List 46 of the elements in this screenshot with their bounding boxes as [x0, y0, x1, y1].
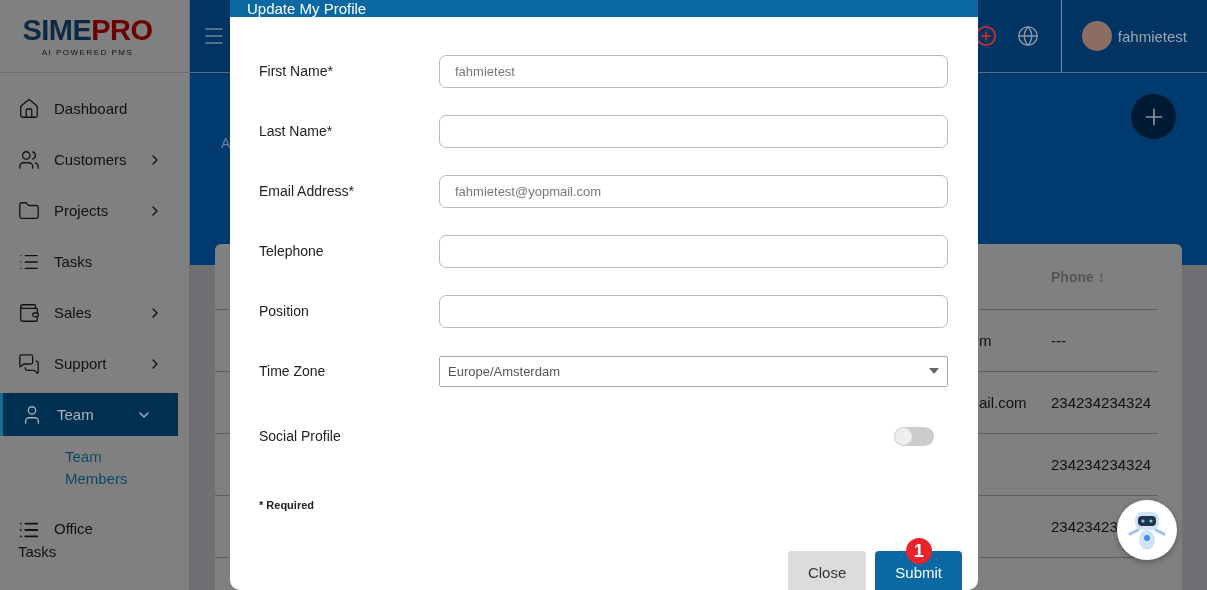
required-note: * Required: [259, 499, 315, 511]
wallet-icon: [18, 301, 40, 324]
chat-icon: [18, 352, 40, 375]
folder-icon: [18, 199, 40, 222]
table-cell-text: ---: [1051, 332, 1067, 349]
input-field[interactable]: [439, 294, 948, 328]
sidebar-item[interactable]: Dashboard: [0, 83, 189, 134]
breadcrumb: A: [221, 135, 231, 151]
field-label: Telephone: [259, 243, 325, 259]
table-cell-text: 23423423: [1051, 518, 1119, 535]
toggle-switch[interactable]: [894, 426, 934, 446]
avatar: [1081, 21, 1112, 51]
home-icon: [18, 97, 40, 120]
table-cell-text: ail.com: [979, 394, 1028, 411]
logo: SIMEPRO: [22, 15, 153, 45]
dialog-title: Update My Profile: [230, 0, 978, 17]
logo-tagline: AI POWERED PMS: [41, 47, 134, 57]
field-label: Email Address*: [259, 183, 355, 199]
input-field[interactable]: fahmietest@yopmail.com: [439, 174, 948, 208]
count-badge: 1: [905, 538, 932, 564]
field-label: Social Profile: [259, 428, 342, 444]
table-cell-text: 234234234324: [1051, 394, 1153, 411]
user-name[interactable]: fahmietest: [1117, 27, 1187, 45]
users-icon: [18, 148, 40, 171]
close-button[interactable]: Close: [787, 551, 867, 590]
timezone-select[interactable]: Europe/Amsterdam: [439, 355, 948, 387]
sidebar-item[interactable]: Sales: [0, 287, 189, 338]
field-label: Time Zone: [259, 363, 327, 379]
input-field[interactable]: [439, 114, 948, 148]
sidebar-subitem[interactable]: Team Members: [0, 440, 150, 500]
field-label: Last Name*: [259, 123, 334, 139]
sidebar-item[interactable]: Team: [0, 393, 178, 436]
field-label: Position: [259, 303, 310, 319]
add-button[interactable]: [1131, 94, 1176, 139]
sidebar-item[interactable]: Tasks: [0, 236, 189, 287]
table-cell-text: 234234234324: [1051, 456, 1153, 473]
input-field[interactable]: fahmietest: [439, 54, 948, 88]
sidebar-item[interactable]: Support: [0, 338, 189, 389]
globe-icon[interactable]: [1016, 25, 1039, 47]
sidebar-item[interactable]: Customers: [0, 134, 189, 185]
input-field[interactable]: [439, 234, 948, 268]
field-label: First Name*: [259, 63, 334, 79]
caret-icon: [929, 368, 939, 374]
sidebar-item[interactable]: Office Tasks: [0, 500, 120, 564]
sidebar-item[interactable]: Projects: [0, 185, 189, 236]
table-cell-text: m: [979, 332, 993, 349]
